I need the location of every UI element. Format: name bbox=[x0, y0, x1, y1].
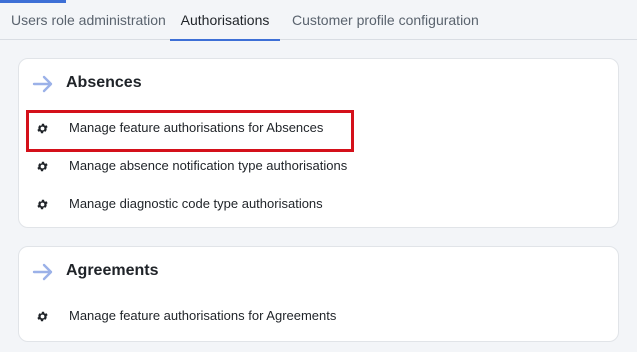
tab-users-role-administration[interactable]: Users role administration bbox=[11, 0, 166, 40]
link-manage-diagnostic-code-type-authorisations[interactable]: Manage diagnostic code type authorisatio… bbox=[19, 189, 618, 219]
section-title: Agreements bbox=[66, 262, 159, 279]
item-label: Manage feature authorisations for Agreem… bbox=[69, 308, 337, 323]
tab-bar: Users role administration Authorisations… bbox=[0, 0, 637, 41]
section-header: Absences bbox=[19, 59, 618, 107]
gear-icon bbox=[37, 123, 48, 134]
section-card-agreements: Agreements Manage feature authorisations… bbox=[18, 246, 619, 342]
arrow-right-icon bbox=[32, 263, 53, 281]
arrow-right-icon bbox=[32, 75, 53, 93]
tab-authorisations[interactable]: Authorisations bbox=[170, 0, 280, 41]
item-label: Manage absence notification type authori… bbox=[69, 158, 348, 173]
section-header: Agreements bbox=[19, 247, 618, 295]
section-title: Absences bbox=[66, 74, 142, 91]
gear-icon bbox=[37, 311, 48, 322]
section-card-absences: Absences Manage feature authorisations f… bbox=[18, 58, 619, 228]
link-manage-absence-notification-type-authorisations[interactable]: Manage absence notification type authori… bbox=[19, 151, 618, 181]
tab-customer-profile-configuration[interactable]: Customer profile configuration bbox=[292, 0, 479, 40]
link-manage-feature-authorisations-absences[interactable]: Manage feature authorisations for Absenc… bbox=[19, 113, 618, 143]
gear-icon bbox=[37, 199, 48, 210]
link-manage-feature-authorisations-agreements[interactable]: Manage feature authorisations for Agreem… bbox=[19, 301, 618, 331]
item-label: Manage feature authorisations for Absenc… bbox=[69, 120, 324, 135]
item-label: Manage diagnostic code type authorisatio… bbox=[69, 196, 323, 211]
gear-icon bbox=[37, 161, 48, 172]
